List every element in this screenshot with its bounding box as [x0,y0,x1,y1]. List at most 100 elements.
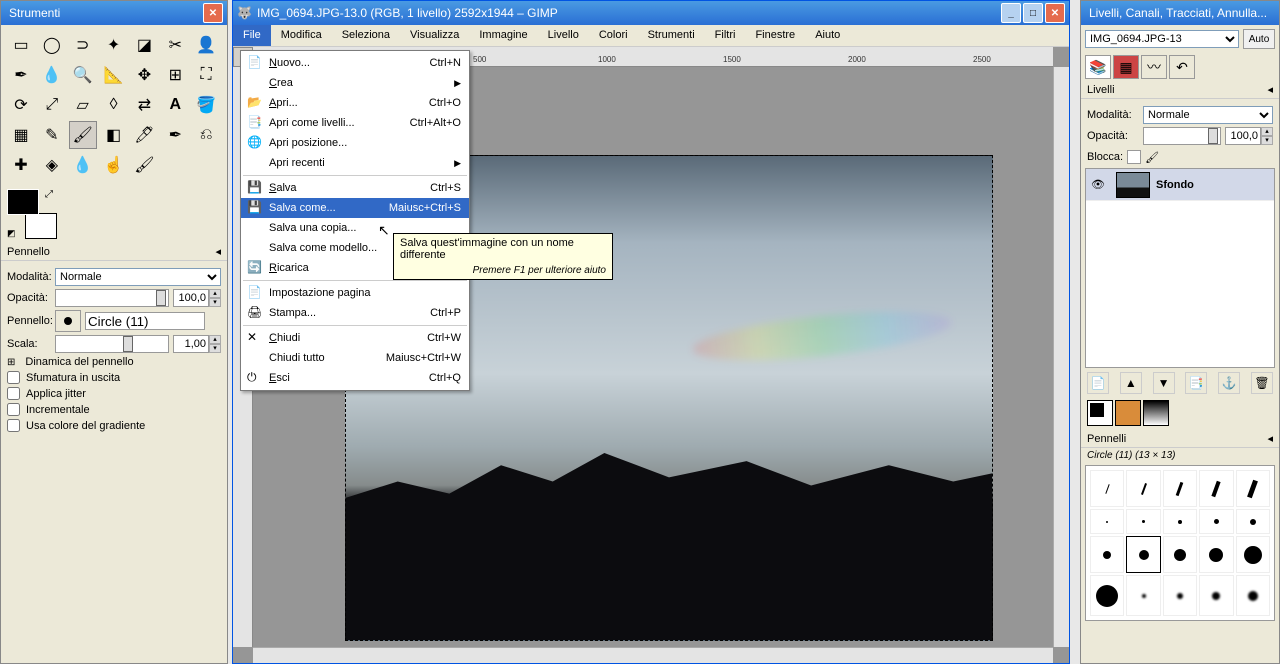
brush-cell[interactable] [1163,575,1197,616]
flip-tool[interactable]: ⇄ [130,91,158,119]
opacity-down[interactable]: ▾ [209,298,221,307]
dodge-burn-tool[interactable]: 🖌 [130,151,158,179]
menu-item-nuovo-[interactable]: 📄Nuovo...Ctrl+N [241,53,469,73]
heal-tool[interactable]: ✚ [7,151,35,179]
menu-item-apri-posizione-[interactable]: 🌐Apri posizione... [241,133,469,153]
menu-item-apri-come-livelli-[interactable]: 📑Apri come livelli...Ctrl+Alt+O [241,113,469,133]
lock-pixels-checkbox[interactable] [1127,150,1141,164]
airbrush-tool[interactable]: 🖊 [130,121,158,149]
gradient-tab[interactable] [1143,400,1169,426]
undo-tab[interactable]: ↶ [1169,55,1195,79]
opacity-input[interactable] [173,289,209,307]
bucket-fill-tool[interactable]: 🪣 [192,91,220,119]
duplicate-layer-button[interactable]: 📑 [1185,372,1207,394]
foreground-color[interactable] [7,189,39,215]
brush-cell[interactable] [1199,509,1233,534]
perspective-clone-tool[interactable]: ◈ [38,151,66,179]
layer-opacity-slider[interactable] [1143,127,1221,145]
menu-view[interactable]: Visualizza [400,25,469,46]
brush-name-input[interactable] [85,312,205,330]
image-selector[interactable]: IMG_0694.JPG-13 [1085,30,1239,48]
menu-item-impostazione-pagina[interactable]: 📄Impostazione pagina [241,283,469,303]
menu-item-chiudi-tutto[interactable]: Chiudi tuttoMaiusc+Ctrl+W [241,348,469,368]
pattern-tab[interactable] [1115,400,1141,426]
lower-layer-button[interactable]: ▼ [1153,372,1175,394]
color-picker-tool[interactable]: 💧 [38,61,66,89]
brush-cell[interactable] [1090,470,1124,507]
brush-cell[interactable] [1236,509,1270,534]
scale-down[interactable]: ▾ [209,344,221,353]
color-select-tool[interactable]: ◪ [130,31,158,59]
layer-visibility-icon[interactable]: 👁 [1086,178,1110,191]
opacity-slider[interactable] [55,289,169,307]
layers-panel-menu-icon[interactable]: ◂ [1267,83,1273,96]
brush-preview[interactable] [55,310,81,332]
brush-cell[interactable] [1090,536,1124,573]
swap-colors-icon[interactable]: ⤢ [45,189,53,200]
measure-tool[interactable]: 📐 [100,61,128,89]
rotate-tool[interactable]: ⟳ [7,91,35,119]
horizontal-scrollbar[interactable] [253,647,1053,663]
shear-tool[interactable]: ▱ [69,91,97,119]
menu-item-stampa-[interactable]: 🖨Stampa...Ctrl+P [241,303,469,323]
menu-item-crea[interactable]: Crea▶ [241,73,469,93]
fg-color-tab[interactable] [1087,400,1113,426]
move-tool[interactable]: ✥ [130,61,158,89]
layer-name[interactable]: Sfondo [1156,179,1194,191]
smudge-tool[interactable]: ☝ [100,151,128,179]
menu-filters[interactable]: Filtri [705,25,746,46]
opacity-up[interactable]: ▴ [209,289,221,298]
brush-cell[interactable] [1199,536,1233,573]
maximize-button[interactable]: □ [1023,3,1043,23]
pencil-tool[interactable]: ✎ [38,121,66,149]
perspective-tool[interactable]: ◊ [100,91,128,119]
raise-layer-button[interactable]: ▲ [1120,372,1142,394]
menu-file[interactable]: File [233,25,271,46]
zoom-tool[interactable]: 🔍 [69,61,97,89]
paintbrush-tool[interactable]: 🖌 [69,121,97,149]
brush-cell[interactable] [1163,470,1197,507]
scissors-tool[interactable]: ✂ [161,31,189,59]
gradient-checkbox[interactable] [7,419,20,432]
delete-layer-button[interactable]: 🗑 [1251,372,1273,394]
ink-tool[interactable]: ✒ [161,121,189,149]
gradient-tool[interactable]: ▦ [7,121,35,149]
incremental-checkbox[interactable] [7,403,20,416]
channels-tab[interactable]: ▦ [1113,55,1139,79]
anchor-layer-button[interactable]: ⚓ [1218,372,1240,394]
brushes-panel-menu-icon[interactable]: ◂ [1267,432,1273,445]
layer-thumbnail[interactable] [1116,172,1150,198]
menu-layer[interactable]: Livello [538,25,589,46]
menu-image[interactable]: Immagine [469,25,537,46]
brush-cell[interactable] [1090,509,1124,534]
menu-item-chiudi[interactable]: ✕ChiudiCtrl+W [241,328,469,348]
paths-tab[interactable]: 〰 [1141,55,1167,79]
brush-cell[interactable] [1090,575,1124,616]
menu-windows[interactable]: Finestre [745,25,805,46]
mode-select[interactable]: Normale [55,268,221,286]
brush-cell[interactable] [1126,575,1160,616]
text-tool[interactable]: A [161,91,189,119]
blur-tool[interactable]: 💧 [69,151,97,179]
brush-cell[interactable] [1126,509,1160,534]
dynamic-expander[interactable] [7,356,19,368]
fade-checkbox[interactable] [7,371,20,384]
brush-cell[interactable] [1126,536,1160,573]
jitter-checkbox[interactable] [7,387,20,400]
align-tool[interactable]: ⊞ [161,61,189,89]
scale-slider[interactable] [55,335,169,353]
new-layer-button[interactable]: 📄 [1087,372,1109,394]
layers-tab[interactable]: 📚 [1085,55,1111,79]
fuzzy-select-tool[interactable]: ✦ [100,31,128,59]
scale-input[interactable] [173,335,209,353]
scale-tool[interactable]: ⤢ [38,91,66,119]
brush-cell[interactable] [1199,575,1233,616]
brush-cell[interactable] [1236,536,1270,573]
crop-tool[interactable]: ⛶ [192,61,220,89]
brush-cell[interactable] [1163,509,1197,534]
default-colors-icon[interactable]: ◩ [7,228,16,239]
color-swatch[interactable]: ⤢ ◩ [7,189,57,239]
menu-tools[interactable]: Strumenti [638,25,705,46]
ellipse-select-tool[interactable]: ◯ [38,31,66,59]
menu-edit[interactable]: Modifica [271,25,332,46]
